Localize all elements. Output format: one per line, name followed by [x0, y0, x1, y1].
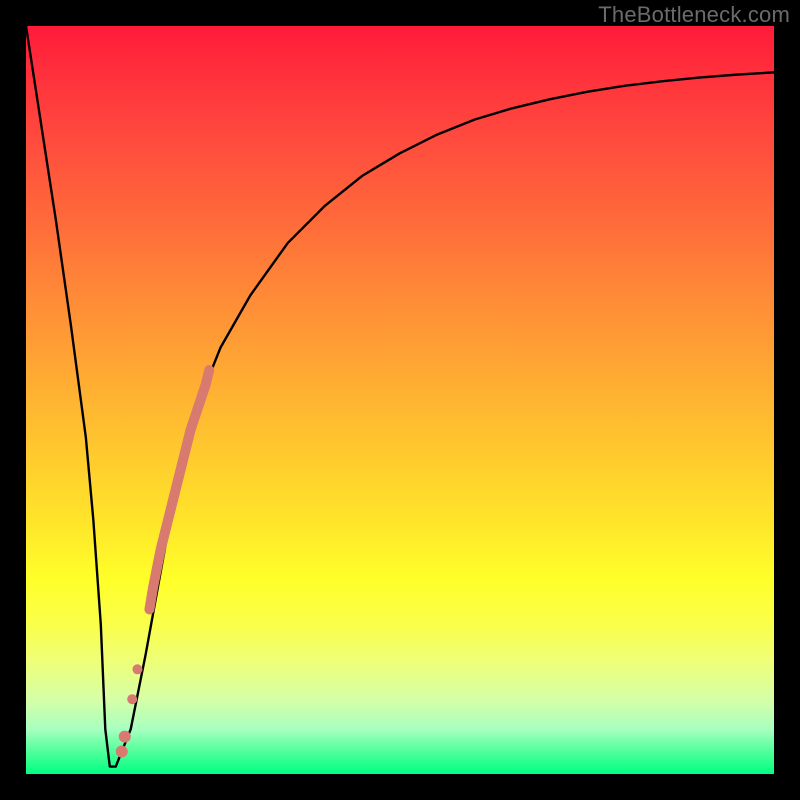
- plot-area: [26, 26, 774, 774]
- highlight-layer: [116, 370, 210, 757]
- dot-1: [127, 694, 137, 704]
- dot-2: [132, 664, 142, 674]
- curve-layer: [26, 26, 774, 767]
- watermark-text: TheBottleneck.com: [598, 2, 790, 28]
- thick-segment: [149, 370, 209, 609]
- dot-4: [119, 731, 131, 743]
- dot-3: [116, 746, 128, 758]
- curve-path: [26, 26, 774, 767]
- chart-svg: [26, 26, 774, 774]
- chart-frame: TheBottleneck.com: [0, 0, 800, 800]
